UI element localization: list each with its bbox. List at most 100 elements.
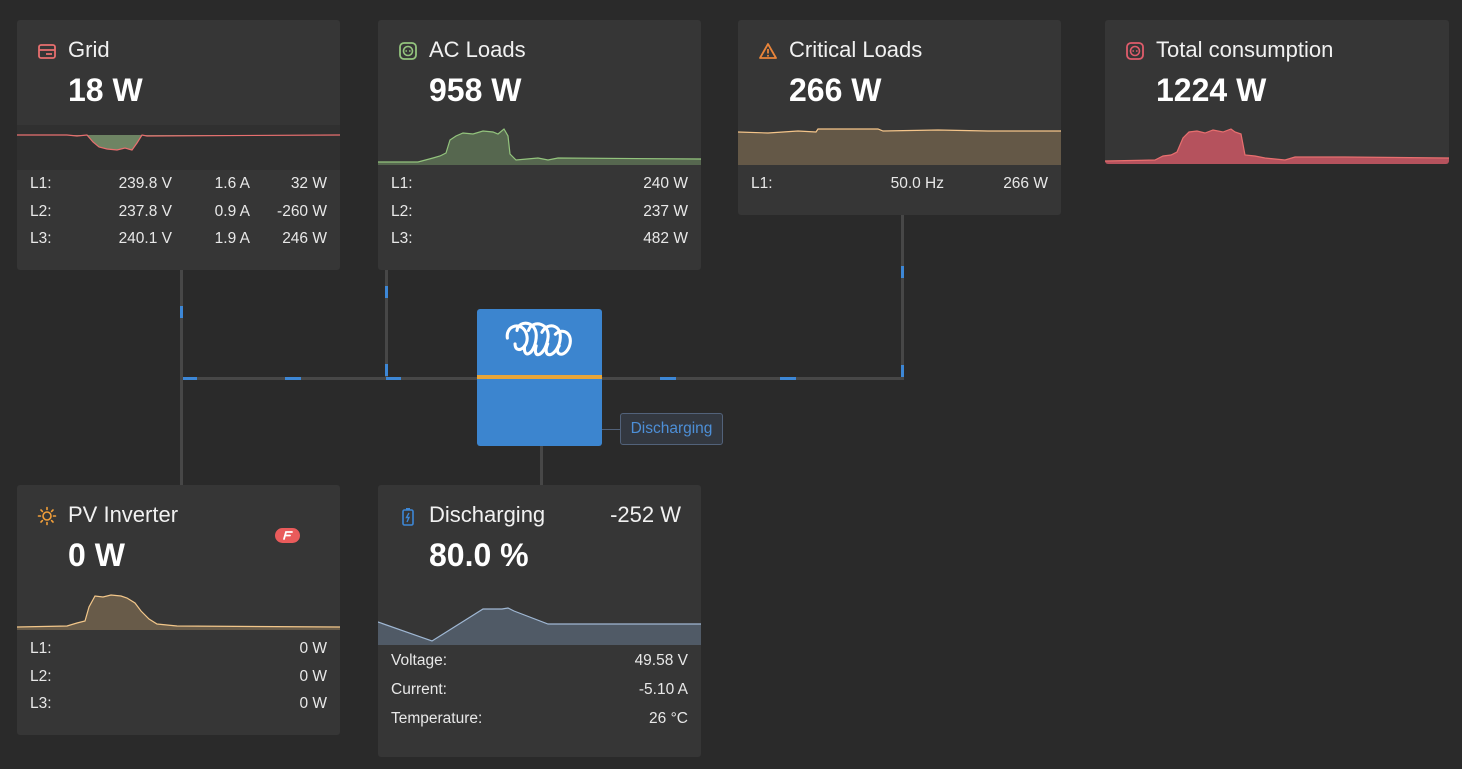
ac-loads-card[interactable]: AC Loads 958 W L1: 240 W L2: 237 W L3: 4… bbox=[378, 20, 701, 270]
grid-row-l1: L1: 239.8 V 1.6 A 32 W bbox=[17, 175, 340, 203]
pv-inverter-chart bbox=[17, 594, 340, 630]
phase-voltage: 240.1 V bbox=[118, 230, 172, 247]
flow-dot bbox=[386, 377, 401, 380]
pv-row-l2: L2: 0 W bbox=[17, 668, 340, 696]
battery-row-voltage: Voltage: 49.58 V bbox=[378, 652, 701, 681]
sun-icon bbox=[37, 506, 57, 526]
inverter-charger[interactable] bbox=[477, 309, 602, 446]
critical-loads-title: Critical Loads bbox=[789, 37, 923, 62]
phase-voltage: 239.8 V bbox=[118, 175, 172, 192]
grid-rows: L1: 239.8 V 1.6 A 32 W L2: 237.8 V 0.9 A… bbox=[17, 175, 340, 258]
phase-label: L2: bbox=[30, 667, 52, 685]
battery-icon bbox=[402, 508, 414, 526]
wire-critical-loads bbox=[901, 215, 904, 380]
grid-row-l3: L3: 240.1 V 1.9 A 246 W bbox=[17, 230, 340, 258]
flow-dot bbox=[183, 377, 197, 380]
phase-power: 237 W bbox=[643, 202, 688, 220]
battery-label: Current: bbox=[391, 681, 447, 698]
socket-icon bbox=[399, 42, 417, 60]
critical-loads-power: 266 W bbox=[789, 72, 882, 108]
battery-current: -5.10 A bbox=[638, 681, 688, 698]
phase-label: L2: bbox=[391, 202, 413, 220]
phase-power: 482 W bbox=[643, 230, 688, 247]
phase-label: L1: bbox=[30, 175, 52, 192]
phase-current: 1.9 A bbox=[214, 230, 250, 247]
ac-loads-row-l1: L1: 240 W bbox=[378, 175, 701, 203]
flow-dot bbox=[180, 306, 183, 318]
pv-inverter-title: PV Inverter bbox=[68, 502, 179, 527]
phase-frequency: 50.0 Hz bbox=[890, 175, 944, 192]
total-consumption-power: 1224 W bbox=[1156, 72, 1267, 108]
phase-power: 0 W bbox=[299, 695, 327, 712]
ac-loads-row-l2: L2: 237 W bbox=[378, 203, 701, 231]
inverter-status: Discharging bbox=[620, 413, 723, 445]
flow-dot bbox=[385, 286, 388, 298]
flow-dot bbox=[660, 377, 676, 380]
phase-current: 1.6 A bbox=[214, 175, 250, 192]
battery-label: Voltage: bbox=[391, 652, 448, 669]
pv-row-l3: L3: 0 W bbox=[17, 695, 340, 723]
phase-power: 246 W bbox=[282, 230, 327, 247]
grid-icon bbox=[38, 44, 56, 59]
pv-inverter-card[interactable]: PV Inverter 0 W L1: 0 W L2: 0 W L3: 0 W bbox=[17, 485, 340, 735]
ac-loads-rows: L1: 240 W L2: 237 W L3: 482 W bbox=[378, 175, 701, 258]
ac-loads-power: 958 W bbox=[429, 72, 522, 108]
phase-voltage: 237.8 V bbox=[118, 202, 172, 220]
battery-chart bbox=[378, 607, 701, 645]
total-consumption-chart bbox=[1105, 128, 1449, 164]
battery-power: -252 W bbox=[610, 502, 681, 527]
phase-label: L1: bbox=[751, 175, 773, 192]
grid-title: Grid bbox=[68, 37, 110, 62]
critical-loads-chart bbox=[738, 128, 1061, 165]
inverter-stripe bbox=[477, 375, 602, 379]
phase-label: L3: bbox=[30, 695, 52, 712]
phase-label: L3: bbox=[391, 230, 413, 247]
flow-dot bbox=[901, 266, 904, 278]
ac-loads-title: AC Loads bbox=[429, 37, 526, 62]
phase-power: 0 W bbox=[299, 640, 327, 657]
pv-inverter-power: 0 W bbox=[68, 537, 125, 573]
status-connector bbox=[602, 429, 620, 430]
flow-dot bbox=[780, 377, 796, 380]
grid-row-l2: L2: 237.8 V 0.9 A -260 W bbox=[17, 203, 340, 231]
socket-icon bbox=[1126, 42, 1144, 60]
grid-power: 18 W bbox=[68, 72, 143, 108]
total-consumption-title: Total consumption bbox=[1156, 37, 1334, 62]
phase-label: L1: bbox=[391, 175, 413, 192]
phase-power: 0 W bbox=[299, 667, 327, 685]
ac-loads-row-l3: L3: 482 W bbox=[378, 230, 701, 258]
critical-loads-row-l1: L1: 50.0 Hz 266 W bbox=[738, 175, 1061, 203]
phase-label: L2: bbox=[30, 202, 52, 220]
wire-battery bbox=[540, 446, 543, 486]
flow-dot bbox=[901, 365, 904, 377]
flow-dot bbox=[285, 377, 301, 380]
phase-power: -260 W bbox=[277, 202, 327, 220]
warning-triangle-icon bbox=[759, 43, 777, 59]
battery-title: Discharging bbox=[429, 502, 546, 527]
phase-current: 0.9 A bbox=[214, 202, 250, 220]
battery-label: Temperature: bbox=[391, 710, 483, 727]
pv-row-l1: L1: 0 W bbox=[17, 640, 340, 668]
battery-voltage: 49.58 V bbox=[634, 652, 688, 669]
ac-loads-chart bbox=[378, 128, 701, 165]
pv-inverter-rows: L1: 0 W L2: 0 W L3: 0 W bbox=[17, 640, 340, 723]
phase-power: 32 W bbox=[290, 175, 327, 192]
critical-loads-rows: L1: 50.0 Hz 266 W bbox=[738, 175, 1061, 203]
phase-label: L3: bbox=[30, 230, 52, 247]
flow-dot bbox=[385, 364, 388, 376]
battery-rows: Voltage: 49.58 V Current: -5.10 A Temper… bbox=[378, 652, 701, 739]
battery-temperature: 26 °C bbox=[649, 710, 688, 727]
battery-row-current: Current: -5.10 A bbox=[378, 681, 701, 710]
total-consumption-card[interactable]: Total consumption 1224 W bbox=[1105, 20, 1449, 164]
battery-card[interactable]: Discharging -252 W 80.0 % Voltage: 49.58… bbox=[378, 485, 701, 757]
critical-loads-card[interactable]: Critical Loads 266 W L1: 50.0 Hz 266 W bbox=[738, 20, 1061, 215]
fronius-logo-icon bbox=[275, 528, 300, 543]
grid-card[interactable]: Grid 18 W L1: 239.8 V 1.6 A 32 W L2: 237… bbox=[17, 20, 340, 270]
victron-logo-icon bbox=[505, 321, 572, 357]
phase-power: 240 W bbox=[643, 175, 688, 192]
battery-soc: 80.0 % bbox=[429, 537, 529, 573]
phase-power: 266 W bbox=[1003, 175, 1048, 192]
grid-chart bbox=[17, 125, 340, 170]
battery-row-temperature: Temperature: 26 °C bbox=[378, 710, 701, 739]
phase-label: L1: bbox=[30, 640, 52, 657]
